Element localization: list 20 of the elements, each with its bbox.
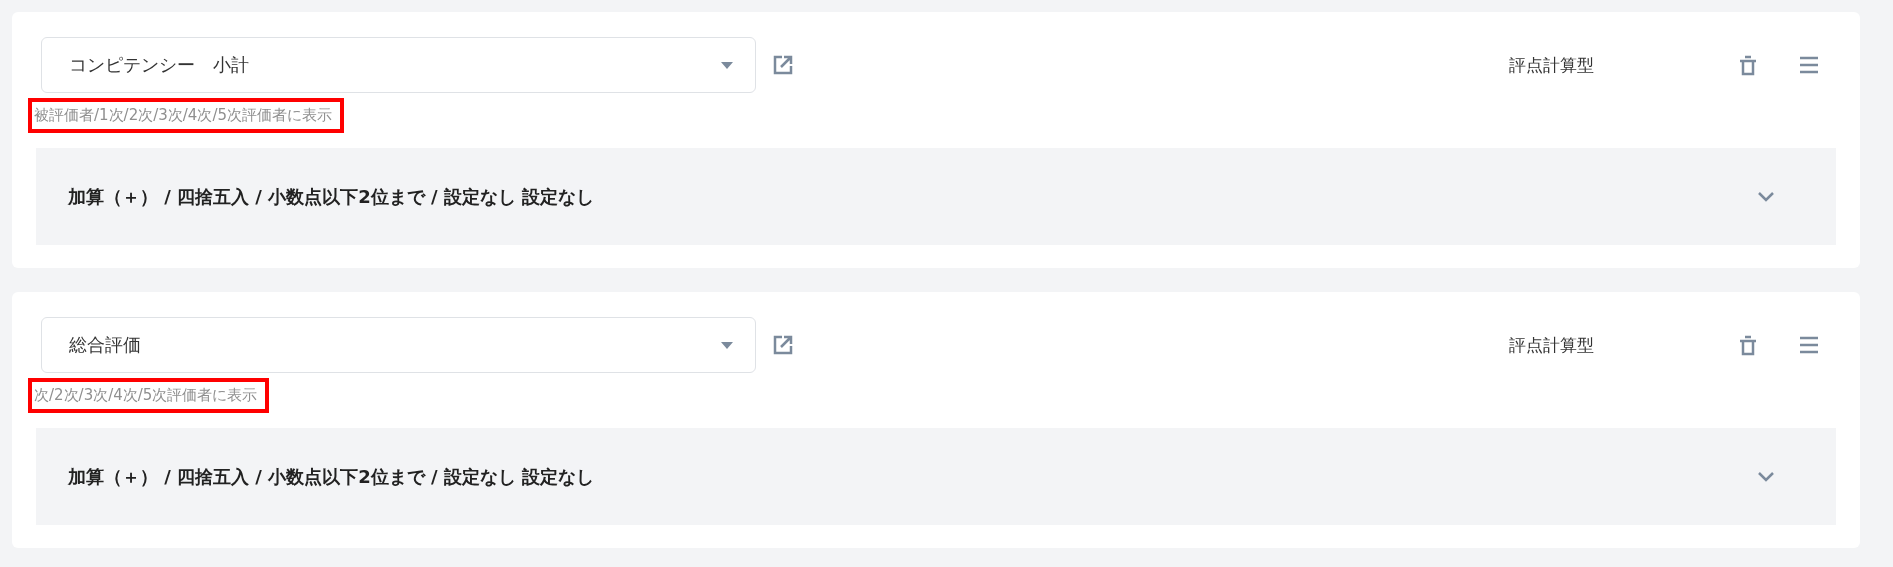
dropdown-field[interactable]: コンピテンシー 小計 xyxy=(41,37,756,93)
type-label: 評点計算型 xyxy=(1509,333,1594,357)
external-link-icon[interactable] xyxy=(773,335,793,355)
menu-icon[interactable] xyxy=(1799,56,1819,74)
chevron-icon[interactable] xyxy=(1758,471,1774,482)
settings-summary: 加算（＋） / 四捨五入 / 小数点以下2位まで / 設定なし 設定なし xyxy=(68,184,595,209)
visibility-note: 次/2次/3次/4次/5次評価者に表示 xyxy=(28,378,270,413)
visibility-note: 被評価者/1次/2次/3次/4次/5次評価者に表示 xyxy=(28,98,344,133)
settings-panel[interactable]: 加算（＋） / 四捨五入 / 小数点以下2位まで / 設定なし 設定なし xyxy=(36,148,1836,245)
type-label: 評点計算型 xyxy=(1509,53,1594,77)
chevron-icon[interactable] xyxy=(1758,191,1774,202)
caret-icon[interactable] xyxy=(721,341,733,349)
dropdown-field[interactable]: 総合評価 xyxy=(41,317,756,373)
external-link-icon[interactable] xyxy=(773,55,793,75)
trash-icon[interactable] xyxy=(1739,54,1757,76)
menu-icon[interactable] xyxy=(1799,336,1819,354)
settings-summary: 加算（＋） / 四捨五入 / 小数点以下2位まで / 設定なし 設定なし xyxy=(68,464,595,489)
trash-icon[interactable] xyxy=(1739,334,1757,356)
caret-icon[interactable] xyxy=(721,61,733,69)
settings-panel[interactable]: 加算（＋） / 四捨五入 / 小数点以下2位まで / 設定なし 設定なし xyxy=(36,428,1836,525)
